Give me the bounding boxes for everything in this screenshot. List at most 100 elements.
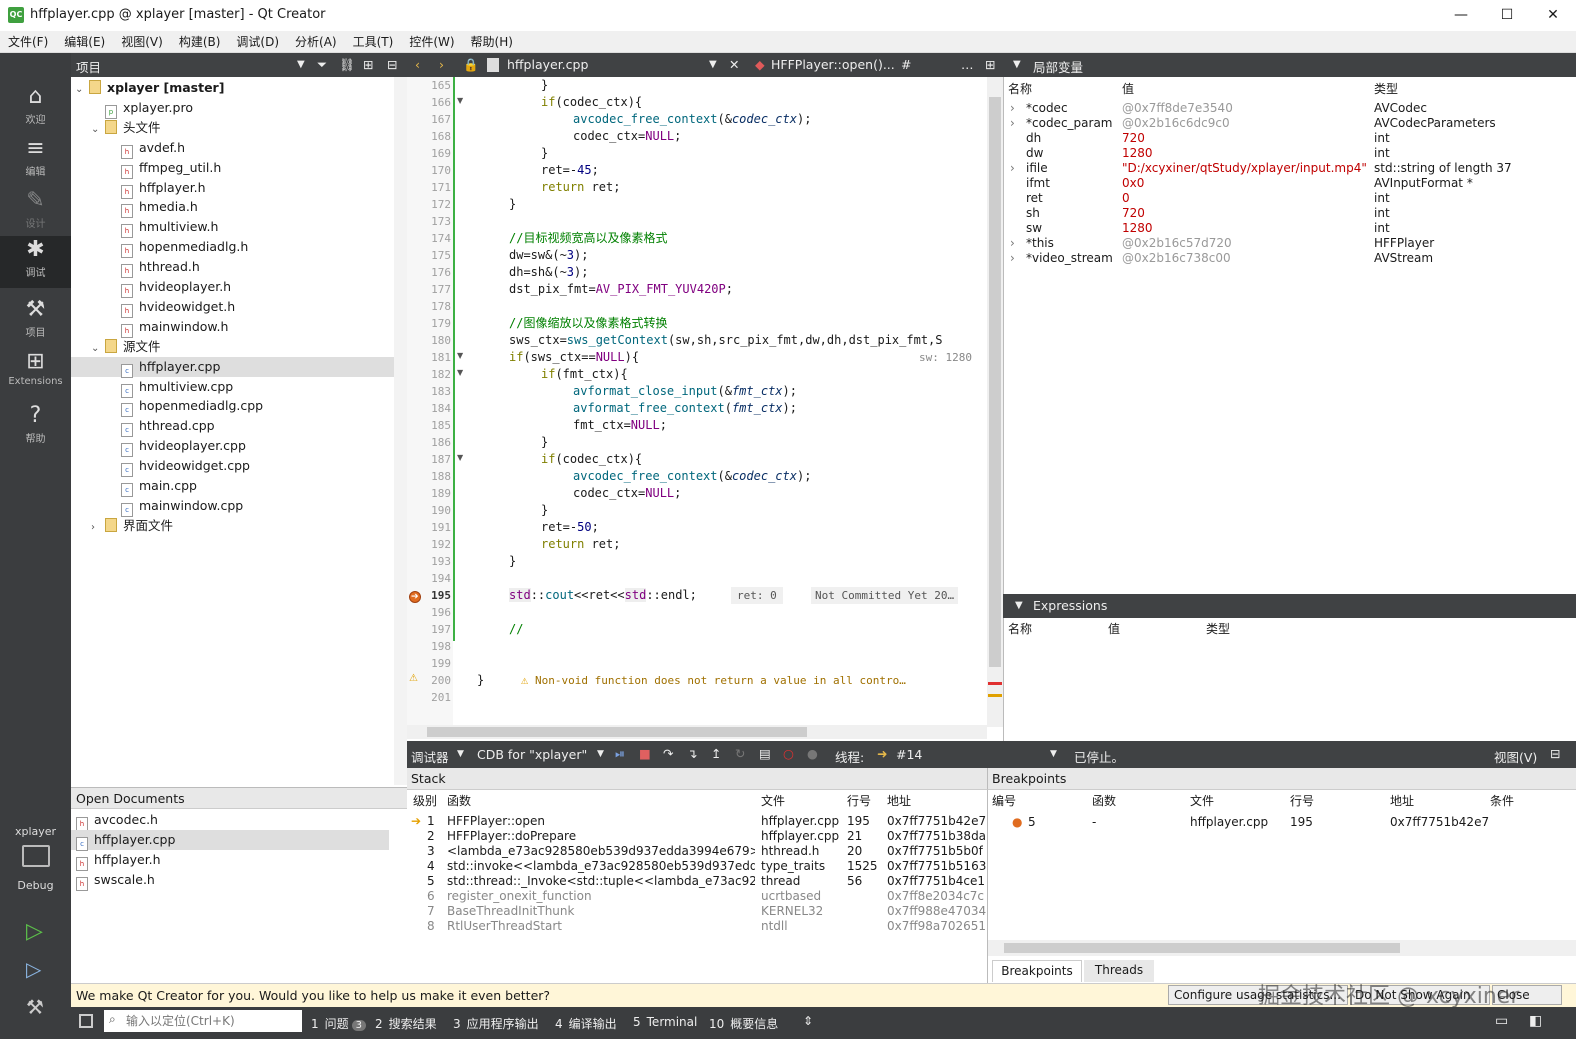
expand-arrow-icon[interactable]: › xyxy=(1010,236,1015,251)
mode-design[interactable]: ✎ 设计 xyxy=(0,187,71,237)
chevron-down-icon[interactable]: ▼ xyxy=(457,749,464,759)
link-icon[interactable]: ⛓ xyxy=(339,57,355,73)
tab-breakpoints[interactable]: Breakpoints xyxy=(992,960,1082,982)
line-number[interactable]: 186 xyxy=(407,434,451,451)
line-number[interactable]: 191 xyxy=(407,519,451,536)
tree-item[interactable]: h hvideoplayer.h xyxy=(71,277,407,298)
tree-item[interactable]: h avdef.h xyxy=(71,138,407,159)
vertical-scrollbar[interactable] xyxy=(987,77,1003,727)
line-number[interactable]: 183 xyxy=(407,383,451,400)
fold-marker-icon[interactable]: ▼ xyxy=(457,351,463,360)
code-editor[interactable]: 165 166 167 168 169 170 171 172 173 174 175 176 177 1… xyxy=(407,77,1003,739)
line-number[interactable]: 171 xyxy=(407,179,451,196)
back-icon[interactable]: ‹ xyxy=(415,57,420,72)
line-number[interactable]: 189 xyxy=(407,485,451,502)
expressions-view[interactable]: 名称 值 类型 xyxy=(1003,618,1576,741)
locals-row[interactable]: sw 1280 int xyxy=(1004,221,1576,236)
line-number[interactable]: 168 xyxy=(407,128,451,145)
chevron-down-icon[interactable]: ▼ xyxy=(597,749,604,759)
line-number[interactable]: 188 xyxy=(407,468,451,485)
locals-row[interactable]: sh 720 int xyxy=(1004,206,1576,221)
mode-help[interactable]: ? 帮助 xyxy=(0,402,71,452)
line-number[interactable]: 169 xyxy=(407,145,451,162)
mode-edit[interactable]: ≡ 编辑 xyxy=(0,135,71,185)
locals-row[interactable]: › *codec @0x7ff8de7e3540 AVCodec xyxy=(1004,101,1576,116)
output-tab[interactable]: 5 Terminal xyxy=(633,1015,697,1029)
toggle-right-sidebar-icon[interactable]: ◧ xyxy=(1529,1013,1542,1029)
tree-item[interactable]: c hvideoplayer.cpp xyxy=(71,436,407,458)
editor-file-combo[interactable]: hffplayer.cpp xyxy=(507,57,588,72)
stop-debug-icon[interactable]: ■ xyxy=(639,746,651,761)
monitor-icon[interactable] xyxy=(22,845,50,867)
stack-frame-row[interactable]: 2 HFFPlayer::doPrepare hffplayer.cpp 21 0x7f… xyxy=(407,829,987,844)
locator-input[interactable]: 输入以定位(Ctrl+K) xyxy=(104,1010,302,1032)
open-document-item[interactable]: h swscale.h xyxy=(71,870,389,891)
progress-toggle-icon[interactable]: ▭ xyxy=(1495,1013,1508,1029)
breakpoint-toggle-icon[interactable]: ○ xyxy=(783,746,794,761)
minimize-button[interactable]: — xyxy=(1438,0,1484,31)
line-number[interactable]: 182 xyxy=(407,366,451,383)
locals-row[interactable]: ret 0 int xyxy=(1004,191,1576,206)
close-pane-icon[interactable]: ⊟ xyxy=(387,57,397,72)
filter-icon[interactable]: ⏷ xyxy=(317,57,327,73)
tree-item[interactable]: h ffmpeg_util.h xyxy=(71,158,407,179)
line-number[interactable]: 178 xyxy=(407,298,451,315)
stack-frame-row[interactable]: ➔ 1 HFFPlayer::open hffplayer.cpp 195 0x7ff77… xyxy=(407,814,987,829)
maximize-button[interactable]: ☐ xyxy=(1484,0,1530,31)
line-number[interactable]: 198 xyxy=(407,638,451,655)
breakpoint-row[interactable]: ● 5 - hffplayer.cpp 195 0x7ff7751b42e7 xyxy=(988,815,1568,830)
line-number[interactable]: 197 xyxy=(407,621,451,638)
build-hammer-icon[interactable]: ⚒ xyxy=(26,995,44,1019)
line-number[interactable]: 176 xyxy=(407,264,451,281)
step-icon[interactable]: ⏯ xyxy=(615,746,625,762)
line-number[interactable]: 179 xyxy=(407,315,451,332)
chevron-down-icon[interactable]: ▼ xyxy=(1050,749,1057,759)
mode-projects[interactable]: ⚒ 项目 xyxy=(0,296,71,346)
step-over-icon[interactable]: ↷ xyxy=(663,746,673,761)
chevron-down-icon[interactable]: ▼ xyxy=(1015,600,1023,611)
locals-row[interactable]: › ifile "D:/xcyxiner/qtStudy/xplayer/input… xyxy=(1004,161,1576,176)
expand-arrow-icon[interactable]: › xyxy=(1010,116,1015,131)
mode-debug[interactable]: ✱ 调试 xyxy=(0,236,71,288)
stack-frame-row[interactable]: 3 <lambda_e73ac928580eb539d937edda3994e67… xyxy=(407,844,987,859)
tree-item[interactable]: h hopenmediadlg.h xyxy=(71,237,407,259)
stack-frame-row[interactable]: 6 register_onexit_function ucrtbased 0x7ff8… xyxy=(407,889,987,904)
mode-extensions[interactable]: ⊞ Extensions xyxy=(0,348,71,398)
step-out-icon[interactable]: ↥ xyxy=(711,746,721,761)
tree-item[interactable]: ⌄ xplayer [master] xyxy=(71,78,407,98)
close-document-icon[interactable]: ✕ xyxy=(729,57,739,72)
line-number[interactable]: 181 xyxy=(407,349,451,366)
stack-frame-row[interactable]: 7 BaseThreadInitThunk KERNEL32 0x7ff988e470… xyxy=(407,904,987,919)
locals-row[interactable]: dw 1280 int xyxy=(1004,146,1576,161)
tree-item[interactable]: ⌄ 源文件 xyxy=(71,337,407,357)
locals-row[interactable]: dh 720 int xyxy=(1004,131,1576,146)
thread-combo[interactable]: #14 xyxy=(896,747,922,762)
toggle-sidebar-icon[interactable] xyxy=(79,1014,93,1028)
tree-item[interactable]: c hthread.cpp xyxy=(71,416,407,438)
menu-tools[interactable]: 工具(T) xyxy=(345,31,402,53)
output-tab[interactable]: 10 概要信息 xyxy=(709,1015,778,1032)
line-number[interactable]: 190 xyxy=(407,502,451,519)
stack-frame-row[interactable]: 5 std::thread::_Invoke<std::tuple<<lambda… xyxy=(407,874,987,889)
forward-icon[interactable]: › xyxy=(439,57,444,72)
split-icon[interactable]: ⊞ xyxy=(985,57,995,72)
chevron-down-icon[interactable]: ▼ xyxy=(709,59,717,70)
horizontal-scrollbar[interactable] xyxy=(407,725,987,739)
line-number[interactable]: 175 xyxy=(407,247,451,264)
engine-combo[interactable]: CDB for "xplayer" xyxy=(477,747,587,762)
tree-item[interactable]: c hvideowidget.cpp xyxy=(71,456,407,478)
step-into-icon[interactable]: ↴ xyxy=(687,746,697,761)
menu-help[interactable]: 帮助(H) xyxy=(463,31,521,53)
record-icon[interactable]: ● xyxy=(807,746,818,761)
line-number[interactable]: 199 xyxy=(407,655,451,672)
tree-item[interactable]: h hmedia.h xyxy=(71,197,407,219)
expand-arrow-icon[interactable]: › xyxy=(1010,161,1015,176)
locals-row[interactable]: ifmt 0x0 AVInputFormat * xyxy=(1004,176,1576,191)
fold-marker-icon[interactable]: ▼ xyxy=(457,96,463,105)
symbol-combo[interactable]: HFFPlayer::open()... xyxy=(771,57,895,72)
stack-frame-row[interactable]: 8 RtlUserThreadStart ntdll 0x7ff98a702651 xyxy=(407,919,987,934)
tree-item[interactable]: p xplayer.pro xyxy=(71,98,407,119)
line-number[interactable]: 165 xyxy=(407,77,451,94)
expand-arrow-icon[interactable]: › xyxy=(91,518,105,538)
more-icon[interactable]: … xyxy=(961,57,974,72)
